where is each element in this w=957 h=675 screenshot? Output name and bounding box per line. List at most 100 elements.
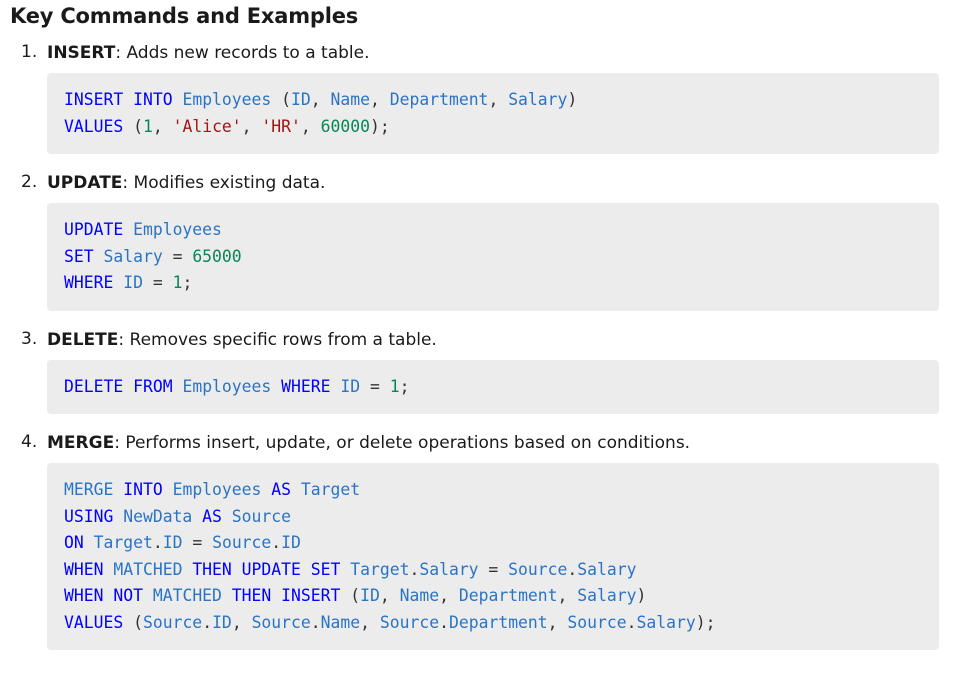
code-keyword: DELETE	[64, 376, 124, 396]
command-item-update: 2. UPDATE: Modifies existing data. UPDAT…	[10, 172, 947, 311]
code-block-merge[interactable]: MERGE INTO Employees AS Target USING New…	[47, 463, 939, 650]
list-number: 4.	[21, 432, 38, 452]
code-identifier: ID	[162, 533, 183, 552]
code-punctuation: );	[370, 116, 390, 136]
code-keyword: ON	[64, 533, 84, 552]
code-punctuation: (	[281, 90, 292, 109]
code-punctuation: .	[271, 533, 282, 552]
code-identifier: ID	[123, 273, 143, 292]
code-punctuation: .	[152, 533, 163, 552]
code-block-delete[interactable]: DELETE FROM Employees WHERE ID = 1;	[47, 359, 939, 414]
list-number: 2.	[21, 172, 38, 192]
command-description-text: : Removes specific rows from a table.	[118, 329, 437, 350]
command-name: INSERT	[47, 43, 116, 63]
code-number: 65000	[192, 246, 242, 266]
code-punctuation: ,	[370, 90, 390, 109]
command-item-merge: 4. MERGE: Performs insert, update, or de…	[10, 432, 947, 650]
code-keyword: THEN	[231, 586, 272, 605]
code-punctuation: .	[310, 612, 321, 632]
code-string: 'Alice'	[172, 116, 242, 136]
code-keyword: VALUES	[64, 116, 124, 136]
code-block-update[interactable]: UPDATE Employees SET Salary = 65000 WHER…	[47, 203, 939, 311]
code-punctuation: )	[636, 586, 647, 605]
code-punctuation: ,	[439, 586, 459, 605]
code-keyword: WHEN	[64, 559, 104, 579]
code-identifier: ID	[281, 533, 301, 552]
code-identifier: Name	[399, 586, 440, 605]
code-identifier: MATCHED	[113, 559, 183, 579]
command-description-text: : Modifies existing data.	[122, 173, 326, 193]
command-description: UPDATE: Modifies existing data.	[47, 172, 947, 194]
code-punctuation: .	[202, 612, 213, 632]
code-identifier: Source	[251, 612, 311, 632]
code-keyword: VALUES	[64, 612, 124, 632]
code-identifier: Salary	[419, 559, 479, 579]
code-identifier: MATCHED	[152, 586, 222, 605]
code-punctuation: =	[478, 559, 509, 579]
code-identifier: MERGE	[64, 480, 114, 499]
code-punctuation: =	[162, 246, 193, 266]
code-punctuation: ,	[547, 612, 568, 632]
code-identifier: Source	[508, 559, 568, 579]
code-punctuation: =	[142, 273, 173, 292]
command-description: DELETE: Removes specific rows from a tab…	[47, 329, 947, 351]
code-identifier: Department	[458, 586, 558, 605]
section-heading: Key Commands and Examples	[10, 4, 359, 28]
document-page: Key Commands and Examples 1. INSERT: Add…	[0, 0, 957, 650]
code-block-insert[interactable]: INSERT INTO Employees (ID, Name, Departm…	[47, 73, 939, 154]
code-punctuation: ;	[182, 273, 193, 292]
code-identifier: Salary	[508, 90, 568, 109]
code-punctuation: (	[350, 586, 361, 605]
code-keyword: INTO	[123, 480, 163, 499]
code-punctuation: ;	[399, 376, 410, 396]
code-identifier: Name	[330, 90, 370, 109]
code-punctuation: (	[133, 116, 143, 136]
code-punctuation: ,	[360, 612, 380, 632]
command-name: UPDATE	[47, 173, 123, 193]
command-item-insert: 1. INSERT: Adds new records to a table. …	[10, 42, 947, 154]
code-keyword: UPDATE	[241, 559, 301, 579]
code-number: 60000	[320, 116, 370, 136]
code-identifier: ID	[340, 376, 361, 396]
code-punctuation: .	[626, 612, 637, 632]
code-string: 'HR'	[261, 116, 301, 136]
command-description-text: : Performs insert, update, or delete ope…	[114, 433, 691, 453]
list-number: 1.	[21, 42, 38, 62]
code-punctuation: ,	[241, 116, 262, 136]
code-punctuation: (	[133, 612, 143, 632]
code-number: 1	[142, 116, 153, 136]
code-keyword: INSERT	[281, 586, 341, 605]
code-punctuation: ,	[231, 612, 252, 632]
code-keyword: NOT	[113, 586, 143, 605]
code-identifier: Source	[567, 612, 627, 632]
code-identifier: Employees	[182, 90, 272, 109]
code-identifier: Source	[379, 612, 440, 632]
code-identifier: Name	[320, 612, 361, 632]
code-keyword: WHERE	[281, 376, 331, 396]
command-description: MERGE: Performs insert, update, or delet…	[47, 432, 947, 454]
code-punctuation: .	[439, 612, 449, 632]
code-identifier: Target	[350, 559, 410, 579]
code-keyword: UPDATE	[64, 220, 124, 239]
code-identifier: Salary	[577, 586, 637, 605]
code-punctuation: =	[360, 376, 390, 396]
